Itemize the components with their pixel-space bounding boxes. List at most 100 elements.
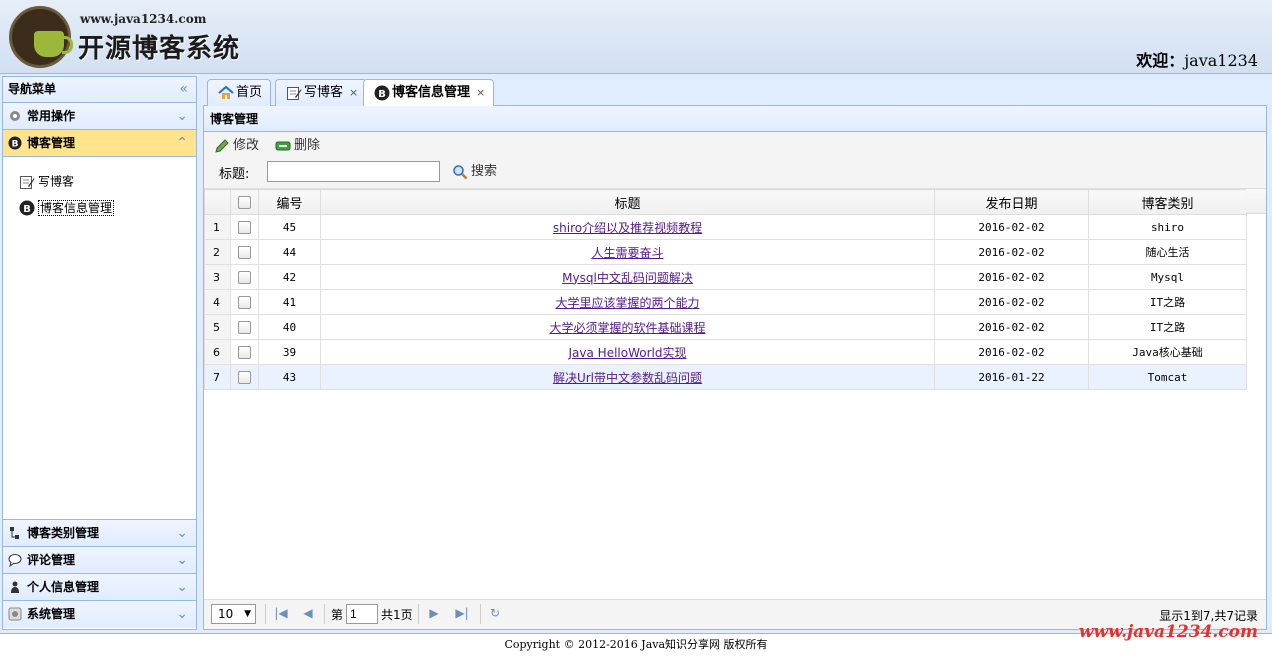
column-header[interactable]: 标题 bbox=[320, 189, 935, 215]
nav-section-label: 常用操作 bbox=[27, 109, 76, 123]
nav-section-system[interactable]: 系统管理 ⌄ bbox=[3, 601, 196, 628]
nav-section-blogtype[interactable]: 博客类别管理 ⌄ bbox=[3, 520, 196, 547]
nav-title: 导航菜单 « bbox=[3, 77, 196, 103]
blog-title-link[interactable]: 解决Url带中文参数乱码问题 bbox=[553, 371, 702, 385]
blog-title-link[interactable]: shiro介绍以及推荐视频教程 bbox=[553, 221, 702, 235]
chevron-down-icon[interactable]: ⌄ bbox=[176, 520, 188, 546]
svg-text:B: B bbox=[23, 204, 31, 215]
table-row[interactable]: 1 45 shiro介绍以及推荐视频教程 2016-02-02 shiro bbox=[204, 214, 1247, 240]
refresh-icon[interactable]: ↻ bbox=[487, 605, 503, 621]
tab-label: 写博客 bbox=[304, 85, 344, 100]
table-row[interactable]: 2 44 人生需要奋斗 2016-02-02 随心生活 bbox=[204, 239, 1247, 265]
row-number: 3 bbox=[204, 264, 231, 290]
table-row[interactable]: 6 39 Java HelloWorld实现 2016-02-02 Java核心基础 bbox=[204, 339, 1247, 365]
gear-icon bbox=[8, 109, 22, 123]
blog-type: 随心生活 bbox=[1088, 239, 1247, 265]
row-checkbox[interactable] bbox=[230, 314, 259, 340]
last-page-icon[interactable]: ▶| bbox=[454, 605, 470, 621]
blog-type: Mysql bbox=[1088, 264, 1247, 290]
logo-url: www.java1234.com bbox=[80, 12, 207, 26]
edit-icon bbox=[19, 174, 35, 190]
nav-section-blog[interactable]: B 博客管理 ⌃ bbox=[3, 130, 196, 157]
close-icon[interactable]: × bbox=[349, 86, 358, 99]
panel-title: 博客管理 bbox=[204, 106, 1266, 132]
blogger-icon: B bbox=[19, 200, 35, 216]
collapse-left-icon[interactable]: « bbox=[179, 77, 188, 102]
row-number: 2 bbox=[204, 239, 231, 265]
row-checkbox[interactable] bbox=[230, 264, 259, 290]
chevron-down-icon[interactable]: ⌄ bbox=[176, 574, 188, 600]
nav-section-comment[interactable]: 评论管理 ⌄ bbox=[3, 547, 196, 574]
column-header[interactable]: 发布日期 bbox=[934, 189, 1089, 215]
row-number: 1 bbox=[204, 214, 231, 240]
publish-date: 2016-01-22 bbox=[934, 364, 1089, 390]
blog-title-link[interactable]: 大学必须掌握的软件基础课程 bbox=[549, 321, 705, 335]
chevron-down-icon[interactable]: ⌄ bbox=[176, 601, 188, 627]
welcome-prefix: 欢迎： bbox=[1136, 51, 1185, 70]
blog-type: Java核心基础 bbox=[1088, 339, 1247, 365]
blog-type: Tomcat bbox=[1088, 364, 1247, 390]
table-row[interactable]: 5 40 大学必须掌握的软件基础课程 2016-02-02 IT之路 bbox=[204, 314, 1247, 340]
blog-id: 44 bbox=[258, 239, 321, 265]
blog-title-link[interactable]: 大学里应该掌握的两个能力 bbox=[555, 296, 699, 310]
nav-section-label: 个人信息管理 bbox=[27, 580, 100, 594]
row-checkbox[interactable] bbox=[230, 289, 259, 315]
row-checkbox[interactable] bbox=[230, 339, 259, 365]
next-page-icon[interactable]: ▶ bbox=[426, 605, 442, 621]
table-header: 编号 标题 发布日期 博客类别 bbox=[204, 189, 1247, 215]
row-checkbox[interactable] bbox=[230, 214, 259, 240]
sidebar-item-blog-manage[interactable]: B 博客信息管理 bbox=[3, 195, 196, 221]
blog-title-link[interactable]: 人生需要奋斗 bbox=[591, 246, 663, 260]
publish-date: 2016-02-02 bbox=[934, 314, 1089, 340]
search-label: 标题: bbox=[219, 167, 250, 182]
blog-id: 45 bbox=[258, 214, 321, 240]
tab-blog-manage[interactable]: B 博客信息管理 × bbox=[363, 79, 495, 107]
first-page-icon[interactable]: |◀ bbox=[273, 605, 289, 621]
chevron-down-icon[interactable]: ⌄ bbox=[176, 103, 188, 129]
blog-id: 40 bbox=[258, 314, 321, 340]
title-search-input[interactable] bbox=[267, 161, 440, 182]
sidebar-item-label: 写博客 bbox=[38, 174, 75, 189]
blog-type: shiro bbox=[1088, 214, 1247, 240]
row-checkbox[interactable] bbox=[230, 364, 259, 390]
delete-button[interactable]: 删除 bbox=[275, 137, 320, 156]
page-size-select[interactable]: 10 ▼ bbox=[211, 604, 256, 624]
page-number-input[interactable] bbox=[346, 604, 378, 624]
row-checkbox[interactable] bbox=[230, 239, 259, 265]
nav-section-common[interactable]: 常用操作 ⌄ bbox=[3, 103, 196, 130]
tab-label: 博客信息管理 bbox=[392, 85, 471, 100]
select-all-checkbox[interactable] bbox=[230, 189, 259, 215]
column-header[interactable]: 编号 bbox=[258, 189, 321, 215]
publish-date: 2016-02-02 bbox=[934, 264, 1089, 290]
tab-home[interactable]: 首页 bbox=[207, 79, 272, 106]
table-row[interactable]: 7 43 解决Url带中文参数乱码问题 2016-01-22 Tomcat bbox=[204, 364, 1247, 390]
blog-title-link[interactable]: Mysql中文乱码问题解决 bbox=[562, 271, 693, 285]
nav-section-label: 博客类别管理 bbox=[27, 526, 100, 540]
blog-title-link[interactable]: Java HelloWorld实现 bbox=[569, 346, 687, 360]
main-panel: 博客管理 修改 删除 标题: 搜索 编号 标题 发布日期 博客类别 1 45 s… bbox=[203, 106, 1267, 630]
nav-title-label: 导航菜单 bbox=[8, 82, 57, 96]
column-header[interactable]: 博客类别 bbox=[1088, 189, 1247, 215]
nav-panel: 导航菜单 « 常用操作 ⌄ B 博客管理 ⌃ 写博客 B 博客信息管理 博客类别… bbox=[2, 76, 197, 630]
table-row[interactable]: 4 41 大学里应该掌握的两个能力 2016-02-02 IT之路 bbox=[204, 289, 1247, 315]
table-row[interactable]: 3 42 Mysql中文乱码问题解决 2016-02-02 Mysql bbox=[204, 264, 1247, 290]
nav-section-blog-body: 写博客 B 博客信息管理 bbox=[3, 157, 196, 520]
blog-type: IT之路 bbox=[1088, 314, 1247, 340]
search-button[interactable]: 搜索 bbox=[452, 163, 497, 182]
chevron-up-icon[interactable]: ⌃ bbox=[176, 130, 188, 156]
copyright-text: Copyright © 2012-2016 Java知识分享网 版权所有 bbox=[504, 638, 768, 651]
blogger-icon: B bbox=[374, 85, 390, 101]
close-icon[interactable]: × bbox=[476, 86, 485, 99]
prev-page-icon[interactable]: ◀ bbox=[300, 605, 316, 621]
edit-button[interactable]: 修改 bbox=[214, 137, 259, 156]
toolbar: 修改 删除 标题: 搜索 bbox=[204, 132, 1266, 189]
dropdown-arrow-icon: ▼ bbox=[244, 609, 251, 619]
nav-section-personal[interactable]: 个人信息管理 ⌄ bbox=[3, 574, 196, 601]
tab-write-blog[interactable]: 写博客 × bbox=[275, 79, 368, 106]
chevron-down-icon[interactable]: ⌄ bbox=[176, 547, 188, 573]
row-number: 4 bbox=[204, 289, 231, 315]
pencil-icon bbox=[214, 138, 230, 154]
watermark: www.java1234.com bbox=[1078, 622, 1258, 642]
sidebar-item-write-blog[interactable]: 写博客 bbox=[3, 169, 196, 195]
minus-icon bbox=[275, 138, 291, 154]
